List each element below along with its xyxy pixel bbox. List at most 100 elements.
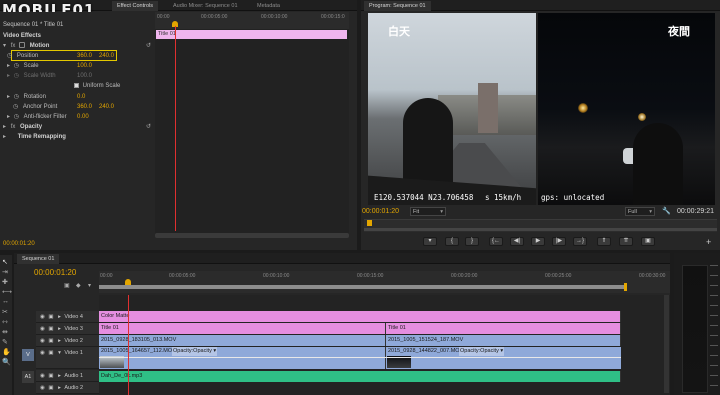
- audio-target-tag[interactable]: A1: [22, 371, 34, 383]
- stopwatch-icon[interactable]: ◷: [13, 104, 18, 110]
- reset-icon[interactable]: ↺: [146, 122, 151, 132]
- clip-title-01-a[interactable]: Title 01: [99, 323, 386, 334]
- position-y-value[interactable]: 240.0: [99, 51, 114, 61]
- tab-metadata[interactable]: Metadata: [252, 1, 285, 11]
- scrub-playhead-marker[interactable]: [367, 220, 372, 226]
- expand-triangle-icon[interactable]: ▸: [3, 124, 6, 130]
- mark-out-button[interactable]: }: [465, 237, 479, 246]
- property-row-anti-flicker[interactable]: ▸ ◷ Anti-flicker Filter 0.00: [7, 112, 147, 122]
- track-area[interactable]: Color Matte Title 01 Title 01 2015_0928_…: [99, 295, 670, 395]
- timeline-scrollbar[interactable]: [664, 295, 669, 393]
- work-area-end-marker[interactable]: [624, 283, 627, 291]
- mark-in-button[interactable]: {: [445, 237, 459, 246]
- step-forward-button[interactable]: |▶: [552, 237, 566, 246]
- expand-triangle-icon[interactable]: ▸: [7, 94, 10, 100]
- timeline-ruler[interactable]: 00:00 00:00:05:00 00:00:10:00 00:00:15:0…: [99, 271, 670, 293]
- track-header-video-4[interactable]: ◉ ▣ ▸ Video 4: [36, 311, 99, 323]
- marker-button[interactable]: ▾: [423, 237, 437, 246]
- eye-icon[interactable]: ◉: [40, 350, 45, 356]
- reset-icon[interactable]: ↺: [146, 41, 151, 51]
- expand-triangle-icon[interactable]: ▸: [58, 338, 61, 344]
- add-button-icon[interactable]: +: [706, 237, 711, 247]
- mini-scrollbar[interactable]: [155, 233, 349, 238]
- expand-triangle-icon[interactable]: ▸: [7, 63, 10, 69]
- tab-sequence-01[interactable]: Sequence 01: [17, 254, 60, 264]
- hand-tool-icon[interactable]: ✋: [2, 348, 11, 356]
- export-frame-button[interactable]: ▣: [641, 237, 655, 246]
- rate-stretch-tool-icon[interactable]: ↔: [2, 298, 9, 305]
- property-row-scale[interactable]: ▸ ◷ Scale 100.0: [7, 61, 147, 71]
- lock-icon[interactable]: ▣: [48, 350, 53, 356]
- program-scrub-bar[interactable]: [364, 219, 717, 232]
- time-remapping-row[interactable]: ▸ Time Remapping: [3, 132, 66, 142]
- opacity-dropdown[interactable]: Opacity:Opacity ▾: [172, 347, 218, 356]
- clip-video-2-b[interactable]: 2015_1005_151524_187.MOV: [386, 335, 621, 346]
- lock-icon[interactable]: ▣: [48, 385, 53, 391]
- anchor-y-value[interactable]: 240.0: [99, 102, 114, 112]
- speaker-icon[interactable]: ◉: [40, 385, 45, 391]
- rotation-value[interactable]: 0.0: [77, 92, 85, 102]
- playhead-marker[interactable]: [125, 279, 131, 285]
- rolling-edit-tool-icon[interactable]: ⟷: [2, 288, 12, 296]
- razor-tool-icon[interactable]: ✂: [2, 308, 8, 316]
- anchor-x-value[interactable]: 360.0: [77, 102, 92, 112]
- ripple-edit-tool-icon[interactable]: ✚: [2, 278, 8, 286]
- expand-triangle-icon[interactable]: ▸: [58, 326, 61, 332]
- pen-tool-icon[interactable]: ✎: [2, 338, 8, 346]
- track-select-tool-icon[interactable]: ⇥: [2, 268, 8, 276]
- go-to-in-button[interactable]: {←: [489, 237, 503, 246]
- fit-dropdown[interactable]: Fit ▾: [410, 207, 446, 216]
- expand-triangle-icon[interactable]: ▸: [7, 114, 10, 120]
- marker-icon[interactable]: ◆: [76, 282, 81, 289]
- mini-timeline[interactable]: 00:00 00:00:05:00 00:00:10:00 00:00:15:0…: [155, 12, 349, 238]
- play-button[interactable]: ▶: [531, 237, 545, 246]
- snap-icon[interactable]: ▣: [64, 282, 70, 289]
- speaker-icon[interactable]: ◉: [40, 373, 45, 379]
- mini-ruler[interactable]: 00:00 00:00:05:00 00:00:10:00 00:00:15:0: [155, 12, 349, 29]
- extract-button[interactable]: ⇈: [619, 237, 633, 246]
- program-video-frame[interactable]: 白天 夜間 E120.537044 N23.706458 s 15km/h gp…: [368, 13, 715, 205]
- clip-title-01-b[interactable]: Title 01: [386, 323, 621, 334]
- expand-triangle-icon[interactable]: ▸: [58, 373, 61, 379]
- selection-tool-icon[interactable]: ↖: [2, 258, 8, 266]
- slide-tool-icon[interactable]: ⇹: [2, 328, 8, 336]
- effect-controls-timecode[interactable]: 00:00:01:20: [3, 241, 35, 247]
- work-area-bar[interactable]: [99, 285, 626, 289]
- clip-video-1-b[interactable]: 2015_0928_144822_007.MOV Opacity:Opacity…: [386, 347, 621, 369]
- lock-icon[interactable]: ▣: [48, 314, 53, 320]
- opacity-rubber-band[interactable]: [99, 357, 386, 358]
- zoom-tool-icon[interactable]: 🔍: [2, 358, 11, 366]
- stopwatch-icon[interactable]: ◷: [14, 63, 19, 69]
- property-row-rotation[interactable]: ▸ ◷ Rotation 0.0: [7, 92, 147, 102]
- opacity-row[interactable]: ▸ fx Opacity ↺: [3, 122, 153, 132]
- eye-icon[interactable]: ◉: [40, 326, 45, 332]
- quality-dropdown[interactable]: Full ▾: [625, 207, 655, 216]
- stopwatch-icon[interactable]: ◷: [14, 114, 19, 120]
- expand-triangle-icon[interactable]: ▸: [58, 385, 61, 391]
- opacity-rubber-band[interactable]: [386, 357, 621, 358]
- track-header-video-3[interactable]: ◉ ▣ ▸ Video 3: [36, 323, 99, 335]
- clip-video-1-a[interactable]: 2015_1005_164657_112.MOV Opacity:Opacity…: [99, 347, 386, 369]
- timeline-timecode[interactable]: 00:00:01:20: [34, 268, 76, 277]
- track-header-video-2[interactable]: ◉ ▣ ▸ Video 2: [36, 335, 99, 347]
- property-row-position[interactable]: ◷ Position 360.0 240.0: [7, 51, 147, 61]
- track-header-video-1[interactable]: ◉ ▣ ▾ Video 1: [36, 347, 99, 369]
- step-back-button[interactable]: ◀|: [510, 237, 524, 246]
- expand-triangle-icon[interactable]: ▾: [58, 350, 61, 356]
- uniform-scale-row[interactable]: Uniform Scale: [74, 81, 120, 91]
- eye-icon[interactable]: ◉: [40, 314, 45, 320]
- clip-audio-1[interactable]: Dah_De_0k.mp3: [99, 371, 621, 382]
- clip-video-2-a[interactable]: 2015_0928_183105_013.MOV: [99, 335, 386, 346]
- video-target-tag[interactable]: V: [22, 349, 34, 361]
- scale-value[interactable]: 100.0: [77, 61, 92, 71]
- scrub-track[interactable]: [364, 228, 717, 231]
- stopwatch-icon[interactable]: ◷: [14, 94, 19, 100]
- stopwatch-icon[interactable]: ◷: [7, 53, 12, 59]
- eye-icon[interactable]: ◉: [40, 338, 45, 344]
- lock-icon[interactable]: ▣: [48, 373, 53, 379]
- lift-button[interactable]: ⇑: [597, 237, 611, 246]
- property-row-anchor-point[interactable]: ◷ Anchor Point 360.0 240.0: [7, 102, 147, 112]
- track-header-audio-1[interactable]: ◉ ▣ ▸ Audio 1: [36, 370, 99, 382]
- position-x-value[interactable]: 360.0: [77, 51, 92, 61]
- track-header-audio-2[interactable]: ◉ ▣ ▸ Audio 2: [36, 382, 99, 394]
